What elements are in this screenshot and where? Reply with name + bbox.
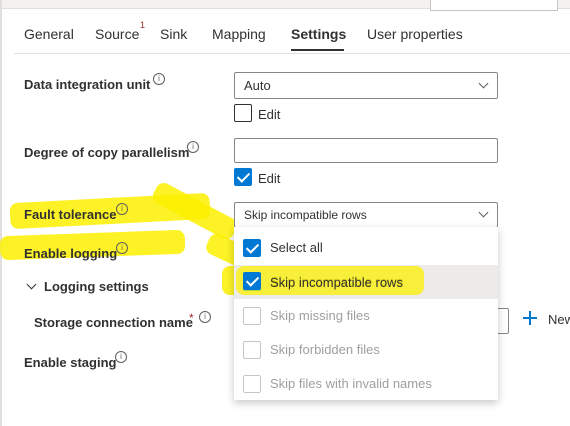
option-checkbox[interactable]	[243, 341, 261, 359]
enable-staging-label: Enable staging	[24, 355, 117, 370]
tab-sink[interactable]: Sink	[160, 26, 187, 42]
tab-source[interactable]: Source	[95, 26, 139, 42]
fault-tolerance-label: Fault tolerance	[24, 207, 117, 222]
option-label: Skip files with invalid names	[270, 376, 432, 391]
tab-general[interactable]: General	[24, 26, 74, 42]
info-icon[interactable]: i	[116, 203, 128, 215]
panel-left-border	[0, 0, 2, 426]
fault-tolerance-dropdown: Select all Skip incompatible rows Skip m…	[234, 227, 498, 400]
info-icon[interactable]: i	[187, 141, 199, 153]
fault-tolerance-value: Skip incompatible rows	[244, 208, 367, 222]
storage-connection-label: Storage connection name	[34, 315, 193, 330]
new-connection-button[interactable]: New	[548, 312, 570, 327]
active-tab-indicator	[291, 49, 344, 51]
tab-settings[interactable]: Settings	[291, 26, 346, 42]
tab-user-properties[interactable]: User properties	[367, 26, 463, 42]
info-icon[interactable]: i	[116, 242, 128, 254]
checkmark-icon	[245, 273, 260, 287]
option-label: Skip forbidden files	[270, 342, 380, 357]
option-checkbox[interactable]	[243, 307, 261, 325]
option-label: Skip missing files	[270, 308, 370, 323]
tab-divider	[14, 53, 570, 54]
checkmark-icon	[245, 240, 260, 254]
fault-tolerance-select[interactable]: Skip incompatible rows	[234, 202, 498, 228]
option-label: Select all	[270, 240, 323, 255]
diu-edit-checkbox[interactable]	[234, 104, 252, 122]
option-checkbox-overlay	[243, 272, 261, 290]
info-icon[interactable]: i	[199, 311, 211, 323]
required-asterisk: *	[189, 311, 194, 325]
logging-settings-toggle[interactable]: Logging settings	[44, 279, 149, 294]
option-skip-forbidden-files[interactable]: Skip forbidden files	[234, 333, 498, 367]
chevron-down-icon[interactable]	[26, 279, 37, 290]
top-partial-box	[430, 0, 558, 11]
option-skip-missing-files[interactable]: Skip missing files	[234, 299, 498, 333]
source-error-badge: 1	[140, 20, 146, 30]
option-label-overlay: Skip incompatible rows	[270, 275, 403, 290]
data-integration-unit-label: Data integration unit	[24, 77, 151, 92]
tab-mapping[interactable]: Mapping	[212, 26, 266, 42]
dop-edit-label: Edit	[258, 171, 281, 186]
degree-of-parallelism-label: Degree of copy parallelism	[24, 145, 190, 160]
info-icon[interactable]: i	[115, 351, 127, 363]
option-checkbox[interactable]	[243, 239, 261, 257]
diu-edit-label: Edit	[258, 107, 281, 122]
data-integration-unit-select[interactable]: Auto	[234, 72, 498, 99]
enable-logging-label: Enable logging	[24, 246, 118, 261]
plus-icon[interactable]	[522, 310, 538, 326]
option-checkbox[interactable]	[243, 375, 261, 393]
degree-of-parallelism-input[interactable]	[234, 138, 498, 163]
option-select-all[interactable]: Select all	[234, 231, 498, 265]
option-skip-files-with-invalid-names[interactable]: Skip files with invalid names	[234, 367, 498, 401]
info-icon[interactable]: i	[153, 73, 165, 85]
dop-edit-checkbox[interactable]	[234, 168, 252, 186]
checkmark-icon	[236, 169, 251, 183]
chevron-down-icon	[478, 78, 489, 89]
data-integration-unit-value: Auto	[244, 78, 271, 93]
chevron-down-icon	[478, 207, 489, 218]
